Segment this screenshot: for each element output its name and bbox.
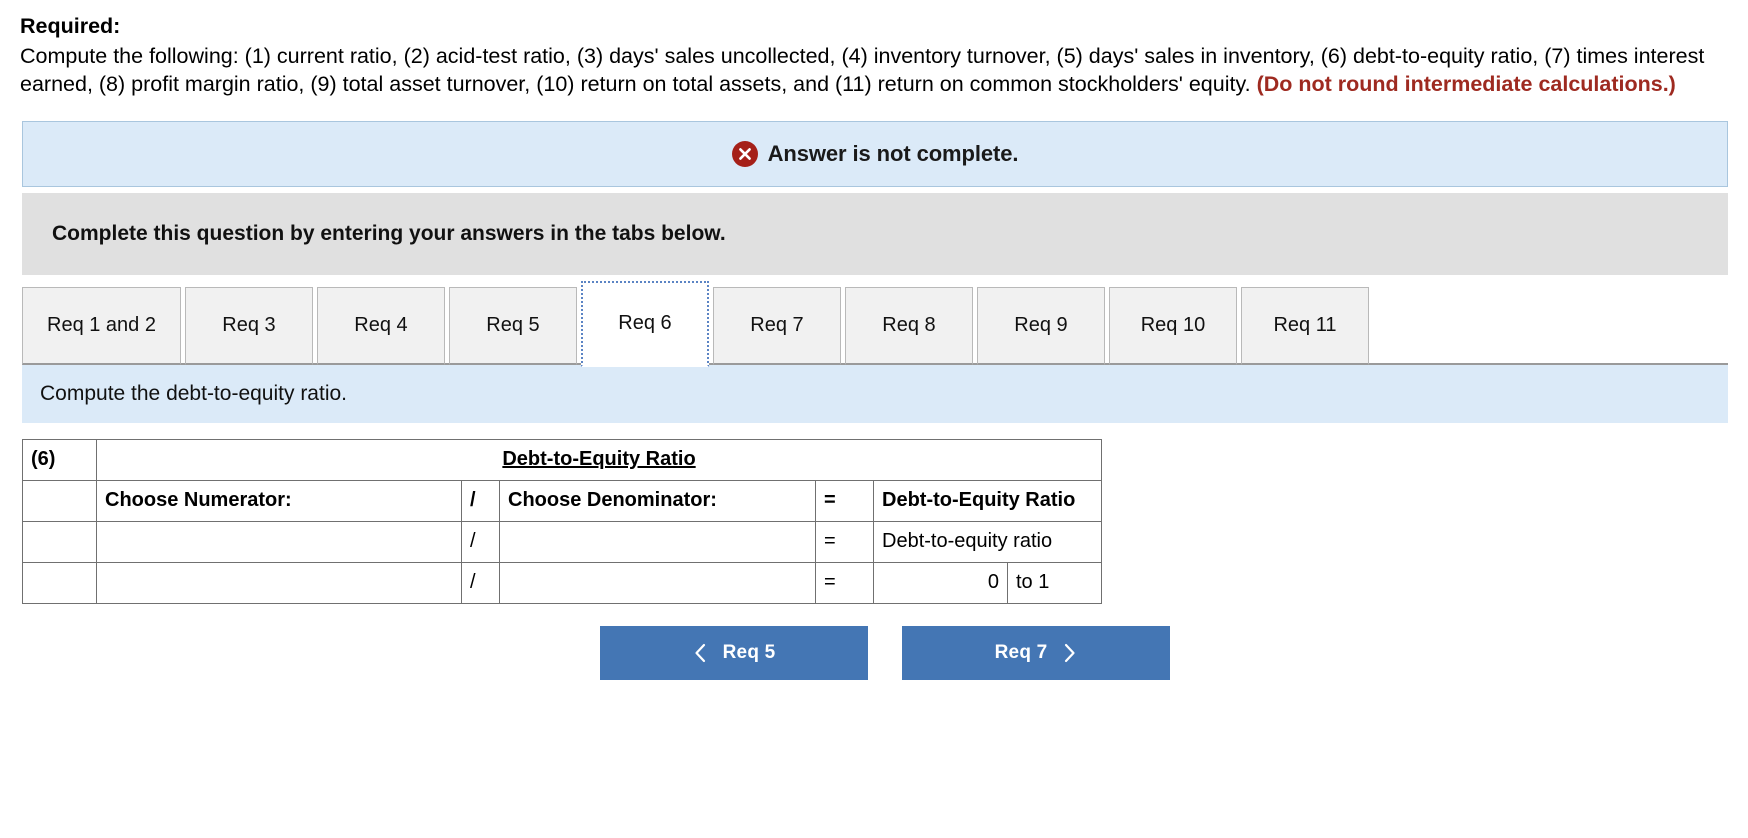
row-index [22,520,97,563]
next-requirement-label: Req 7 [994,641,1048,663]
prev-requirement-button[interactable]: Req 5 [600,625,868,680]
sub-instruction-bar: Compute the debt-to-equity ratio. [22,364,1728,423]
required-body: Compute the following: (1) current ratio… [20,42,1726,99]
numerator-input-cell[interactable] [96,520,462,563]
tab-req-9[interactable]: Req 9 [976,286,1105,365]
row-result-label: Debt-to-equity ratio [872,520,1103,563]
row-equals: = [815,520,874,563]
chevron-right-icon [1063,643,1077,663]
required-label: Required: [20,14,121,38]
table-title-row: (6) Debt-to-Equity Ratio [22,438,1103,481]
next-requirement-button[interactable]: Req 7 [902,625,1170,680]
row-equals: = [815,561,874,604]
header-choose-numerator: Choose Numerator: [96,479,462,522]
tab-label: Req 3 [222,313,276,336]
tab-req-11[interactable]: Req 11 [1240,286,1369,365]
tab-label: Req 11 [1273,313,1337,336]
requirement-tabs: Req 1 and 2 Req 3 Req 4 Req 5 Req 6 Req … [22,280,1728,367]
answer-status-text: Answer is not complete. [767,140,1019,166]
numerator-input-cell[interactable] [96,561,462,604]
chevron-left-icon [693,643,707,663]
answer-table-container: (6) Debt-to-Equity Ratio Choose Numerato… [22,438,1748,604]
required-emphasis: (Do not round intermediate calculations.… [1256,72,1676,97]
debt-to-equity-answer-table: (6) Debt-to-Equity Ratio Choose Numerato… [22,438,1103,604]
tab-label: Req 4 [354,313,408,336]
header-choose-denominator: Choose Denominator: [499,479,816,522]
row-index [22,561,97,604]
tab-req-8[interactable]: Req 8 [844,286,973,365]
table-right-stub [1101,438,1102,480]
requirement-tabs-container: Req 1 and 2 Req 3 Req 4 Req 5 Req 6 Req … [22,280,1728,367]
tab-label: Req 7 [750,313,804,336]
row-result-unit: to 1 [1006,561,1103,604]
answer-status-inner: Answer is not complete. [731,140,1019,167]
required-prompt: Required: Compute the following: (1) cur… [0,0,1748,99]
complete-question-instruction: Complete this question by entering your … [22,192,1728,275]
tab-req-10[interactable]: Req 10 [1108,286,1237,365]
tab-label: Req 6 [618,312,672,335]
tab-label: Req 8 [882,313,936,336]
denominator-input-cell[interactable] [499,520,816,563]
answer-status-banner: Answer is not complete. [22,120,1728,187]
sub-instruction-text: Compute the debt-to-equity ratio. [40,381,348,405]
error-x-circle-icon [731,140,758,167]
assignment-page: Required: Compute the following: (1) cur… [0,0,1748,838]
tab-label: Req 9 [1014,313,1068,336]
table-header-row: Choose Numerator: / Choose Denominator: … [22,479,1103,522]
table-title-cell: Debt-to-Equity Ratio [95,438,1103,481]
table-row: / = 0 to 1 [22,561,1103,604]
tab-req-3[interactable]: Req 3 [184,286,313,365]
header-slash: / [461,479,500,522]
header-result: Debt-to-Equity Ratio [872,479,1103,522]
tab-req-6[interactable]: Req 6 [580,280,709,367]
header-index-blank [22,479,97,522]
requirement-index: (6) [22,438,97,481]
complete-question-text: Complete this question by entering your … [52,221,726,245]
row-slash: / [461,561,500,604]
denominator-input-cell[interactable] [499,561,816,604]
row-result-value: 0 [873,561,1008,604]
tab-label: Req 5 [486,313,540,336]
tab-req-1-and-2[interactable]: Req 1 and 2 [22,286,181,365]
table-row: / = Debt-to-equity ratio [22,520,1103,563]
prev-requirement-label: Req 5 [722,641,776,663]
tab-req-5[interactable]: Req 5 [448,286,577,365]
tab-label: Req 10 [1140,313,1206,336]
tab-label: Req 1 and 2 [47,313,156,336]
requirement-navigation: Req 5 Req 7 [0,625,1748,680]
table-title-text: Debt-to-Equity Ratio [502,448,696,471]
tab-req-7[interactable]: Req 7 [712,286,841,365]
tab-req-4[interactable]: Req 4 [316,286,445,365]
row-slash: / [461,520,500,563]
header-equals: = [815,479,874,522]
